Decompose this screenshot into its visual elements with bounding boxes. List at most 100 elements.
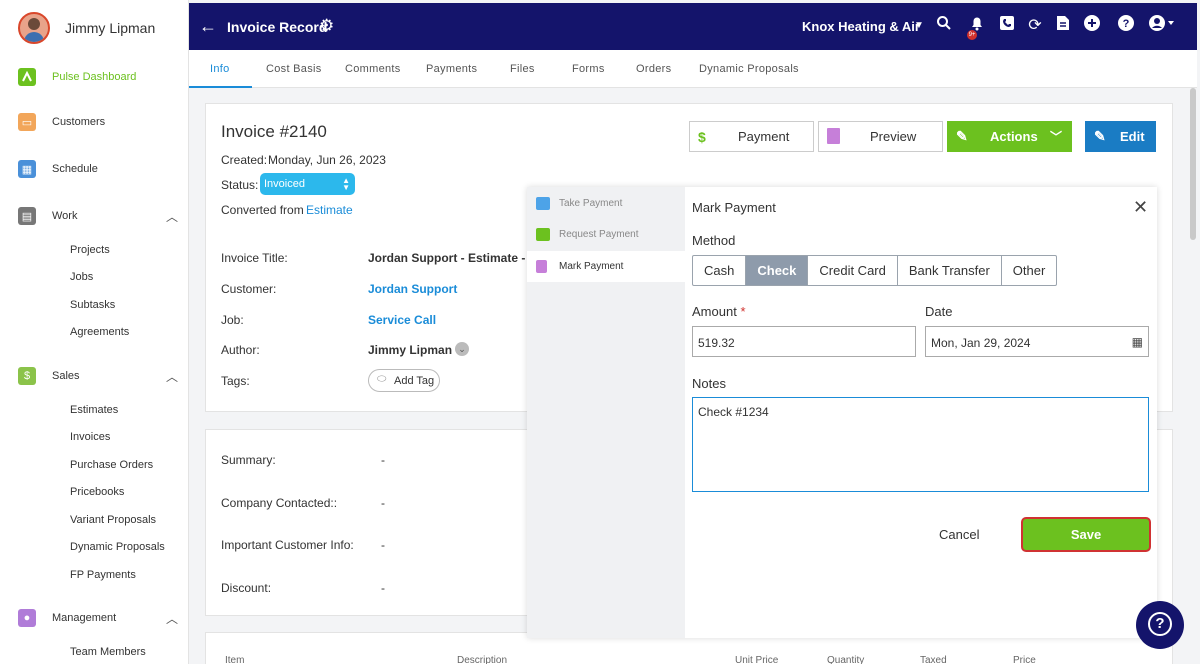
tab-cost-basis[interactable]: Cost Basis	[266, 63, 322, 75]
help-button[interactable]: ?	[1136, 601, 1184, 649]
sidebar-item-pricebooks[interactable]: Pricebooks	[70, 486, 124, 498]
date-input[interactable]: Mon, Jan 29, 2024 ▦	[925, 326, 1149, 357]
take-payment-option[interactable]: Take Payment	[527, 188, 685, 219]
status-select[interactable]: Invoiced ▲ ▼	[260, 173, 355, 195]
field-label: Job:	[221, 313, 244, 327]
phone-icon[interactable]	[997, 15, 1017, 36]
tab-orders[interactable]: Orders	[636, 63, 671, 75]
sidebar-item-invoices[interactable]: Invoices	[70, 431, 110, 443]
sidebar-item-team-members[interactable]: Team Members	[70, 646, 146, 658]
tab-info[interactable]: Info	[210, 63, 230, 75]
column-header: Description	[457, 655, 508, 664]
tab-forms[interactable]: Forms	[572, 63, 605, 75]
sidebar-item-work[interactable]: ▤ Work ︿	[18, 207, 178, 225]
sidebar-item-purchase-orders[interactable]: Purchase Orders	[70, 459, 153, 471]
sync-icon[interactable]: ⟳	[1025, 15, 1045, 35]
calendar-icon[interactable]: ▦	[1132, 335, 1143, 349]
account-icon[interactable]	[1148, 15, 1178, 36]
people-icon: ●	[18, 609, 36, 627]
avatar[interactable]	[18, 12, 50, 44]
close-icon[interactable]: ✕	[1133, 197, 1148, 218]
method-check[interactable]: Check	[746, 256, 809, 285]
tab-bar: Info Cost Basis Comments Payments Files …	[189, 50, 1197, 88]
user-name: Jimmy Lipman	[65, 20, 156, 36]
mark-payment-option[interactable]: Mark Payment	[527, 251, 685, 282]
tag-icon: ⬭	[377, 373, 387, 385]
sidebar-item-dynamic-proposals[interactable]: Dynamic Proposals	[70, 541, 165, 553]
summary-label: Discount:	[221, 581, 272, 595]
chevron-up-icon[interactable]: ︿	[166, 610, 178, 627]
amount-input[interactable]: 519.32	[692, 326, 916, 357]
sidebar-item-management[interactable]: ● Management ︿	[18, 609, 178, 627]
column-header: Unit Price	[735, 655, 779, 664]
sidebar-item-label: Work	[52, 210, 78, 222]
sidebar-item-estimates[interactable]: Estimates	[70, 404, 118, 416]
notification-badge: 9+	[967, 30, 977, 40]
column-header: Quantity	[827, 655, 865, 664]
sidebar-item-schedule[interactable]: ▦ Schedule	[18, 160, 178, 178]
search-icon[interactable]	[934, 15, 954, 36]
sidebar-item-sales[interactable]: $ Sales ︿	[18, 367, 178, 385]
payment-button[interactable]: $ Payment	[689, 121, 814, 152]
customer-link[interactable]: Jordan Support	[368, 282, 457, 296]
sidebar-item-fp-payments[interactable]: FP Payments	[70, 569, 136, 581]
caret-down-icon[interactable]: ▼	[914, 20, 924, 31]
document-icon[interactable]	[1053, 15, 1073, 36]
sidebar-item-pulse-dashboard[interactable]: Pulse Dashboard	[18, 68, 178, 86]
inbox-icon	[536, 228, 550, 241]
preview-label: Preview	[870, 129, 917, 144]
column-header: Item	[225, 655, 245, 664]
scrollbar[interactable]	[1190, 88, 1196, 240]
summary-label: Company Contacted::	[221, 496, 338, 510]
customers-icon: ▭	[18, 113, 36, 131]
save-button[interactable]: Save	[1021, 517, 1151, 552]
chevron-up-icon[interactable]: ︿	[166, 208, 178, 225]
sidebar-item-projects[interactable]: Projects	[70, 244, 110, 256]
edit-button[interactable]: ✎ Edit	[1085, 121, 1156, 152]
help-icon: ?	[1148, 612, 1172, 636]
method-credit-card[interactable]: Credit Card	[808, 256, 898, 285]
summary-value: -	[381, 581, 385, 595]
method-other[interactable]: Other	[1002, 256, 1057, 285]
sidebar-item-label: Schedule	[52, 163, 98, 175]
job-link[interactable]: Service Call	[368, 313, 436, 327]
actions-button[interactable]: ✎ Actions ﹀	[947, 121, 1072, 152]
dollar-icon: $	[18, 367, 36, 385]
preview-button[interactable]: Preview	[818, 121, 943, 152]
sidebar-item-agreements[interactable]: Agreements	[70, 326, 129, 338]
help-icon[interactable]: ?	[1116, 15, 1136, 36]
sidebar-item-variant-proposals[interactable]: Variant Proposals	[70, 514, 156, 526]
tab-comments[interactable]: Comments	[345, 63, 401, 75]
add-icon[interactable]	[1082, 15, 1102, 36]
notes-textarea[interactable]: Check #1234	[692, 397, 1149, 492]
user-profile[interactable]: Jimmy Lipman	[18, 12, 155, 44]
add-tag-button[interactable]: ⬭ Add Tag	[368, 369, 440, 392]
created-label: Created:	[221, 153, 268, 167]
cancel-button[interactable]: Cancel	[939, 527, 979, 542]
sidebar-item-subtasks[interactable]: Subtasks	[70, 299, 115, 311]
gear-icon[interactable]: ⚙	[319, 16, 334, 36]
pdf-icon	[827, 128, 840, 144]
column-header: Price	[1013, 655, 1036, 664]
sidebar-item-customers[interactable]: ▭ Customers	[18, 113, 178, 131]
estimate-link[interactable]: Estimate	[306, 203, 353, 217]
company-name[interactable]: Knox Heating & Air	[802, 19, 920, 34]
credit-card-icon	[536, 197, 550, 210]
edit-icon: ✎	[1094, 128, 1106, 144]
tab-payments[interactable]: Payments	[426, 63, 477, 75]
author-value: Jimmy Lipman	[368, 343, 453, 357]
active-tab-indicator	[189, 86, 252, 88]
request-payment-option[interactable]: Request Payment	[527, 219, 685, 250]
field-label: Invoice Title:	[221, 251, 288, 265]
chevron-down-icon[interactable]: ⌄	[455, 342, 469, 356]
back-arrow-icon[interactable]: ←	[199, 16, 217, 37]
sidebar-item-jobs[interactable]: Jobs	[70, 271, 93, 283]
calendar-icon: ▦	[18, 160, 36, 178]
tab-files[interactable]: Files	[510, 63, 535, 75]
chevron-up-icon[interactable]: ︿	[166, 368, 178, 385]
notes-label: Notes	[692, 376, 726, 391]
created-date: Monday, Jun 26, 2023	[268, 153, 386, 167]
tab-dynamic-proposals[interactable]: Dynamic Proposals	[699, 63, 799, 75]
method-cash[interactable]: Cash	[693, 256, 747, 285]
method-bank-transfer[interactable]: Bank Transfer	[898, 256, 1002, 285]
